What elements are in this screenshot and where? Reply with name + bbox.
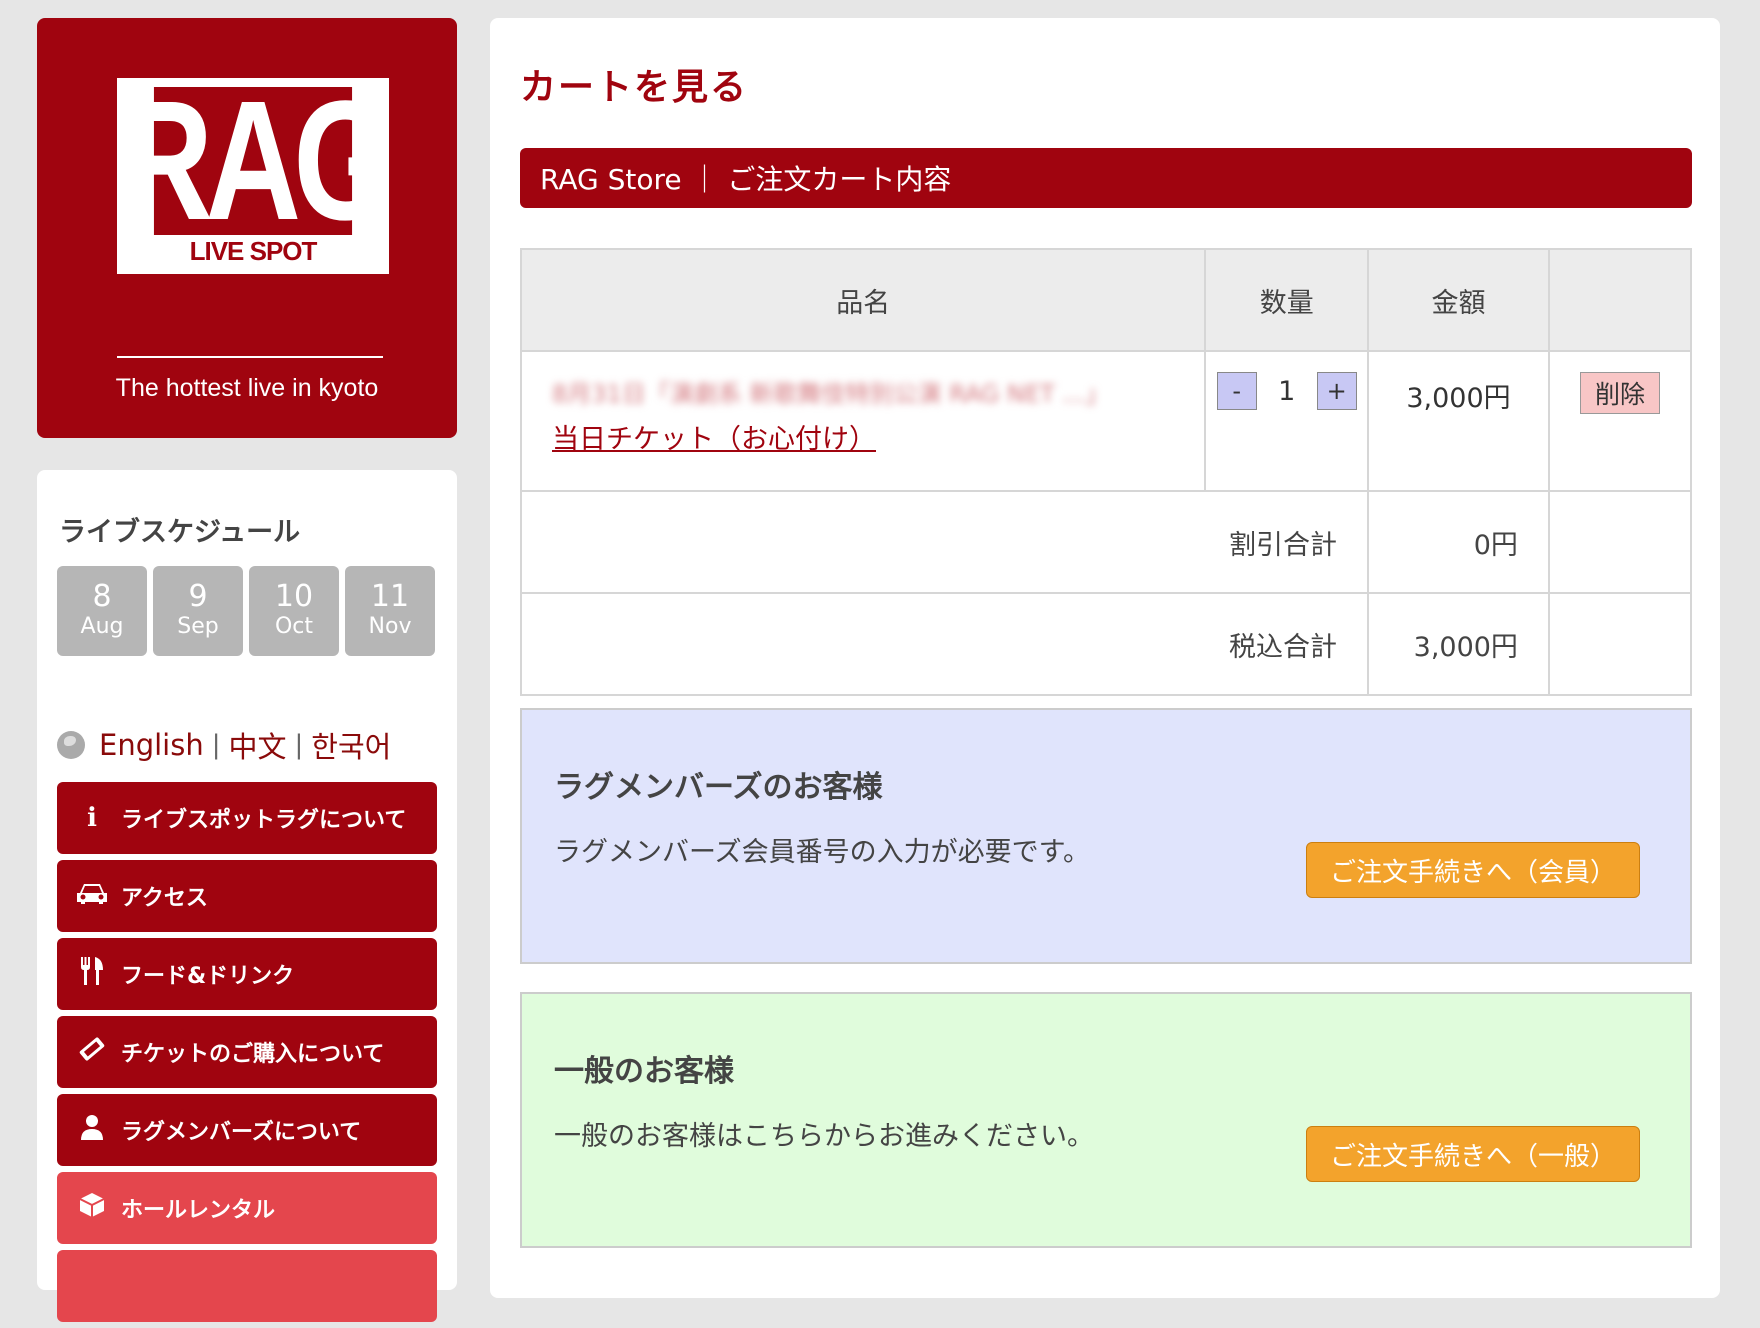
item-name-cell: 8月31日「演劇系 新歌舞伎特別公演 RAG NET ...」 当日チケット（お… — [519, 350, 1207, 492]
month-selector: 8 Aug 9 Sep 10 Oct 11 Nov — [57, 566, 435, 656]
header-price: 金額 — [1367, 248, 1550, 352]
sidebar-menu: ℹ ライブスポットラグについて アクセス フード&ドリンク チケットのご購入につ… — [57, 782, 437, 1328]
item-link[interactable]: 当日チケット（お心付け） — [552, 417, 1174, 456]
menu-item-members[interactable]: ラグメンバーズについて — [57, 1094, 437, 1166]
delete-button[interactable]: 削除 — [1579, 372, 1660, 414]
month-number: 8 — [92, 579, 112, 614]
general-box-text: 一般のお客様はこちらからお進みください。 — [554, 1121, 1094, 1152]
menu-item-food-drink[interactable]: フード&ドリンク — [57, 938, 437, 1010]
member-box-text: ラグメンバーズ会員番号の入力が必要です。 — [554, 837, 1090, 868]
box-icon — [75, 1191, 109, 1226]
total-value: 3,000円 — [1367, 592, 1550, 696]
header-item-name: 品名 — [519, 248, 1207, 352]
item-blurred-title: 8月31日「演劇系 新歌舞伎特別公演 RAG NET ...」 — [552, 380, 1110, 408]
logo-tagline: The hottest live in kyoto — [115, 374, 379, 402]
increase-quantity-button[interactable]: + — [1316, 372, 1357, 410]
member-checkout-box: ラグメンバーズのお客様 ラグメンバーズ会員番号の入力が必要です。 ご注文手続きへ… — [520, 708, 1692, 964]
menu-item-access[interactable]: アクセス — [57, 860, 437, 932]
language-selector: English | 中文 | 한국어 — [57, 724, 391, 766]
menu-item-partial[interactable] — [57, 1250, 437, 1322]
menu-item-label: フード&ドリンク — [121, 964, 295, 989]
month-name: Sep — [177, 614, 219, 639]
header-quantity: 数量 — [1204, 248, 1370, 352]
month-number: 9 — [188, 579, 208, 614]
member-box-title: ラグメンバーズのお客様 — [554, 770, 883, 805]
member-checkout-button[interactable]: ご注文手続きへ（会員） — [1306, 842, 1640, 898]
item-price: 3,000円 — [1367, 350, 1550, 492]
ticket-icon — [75, 1034, 109, 1071]
user-icon — [75, 1113, 109, 1148]
menu-item-tickets[interactable]: チケットのご購入について — [57, 1016, 437, 1088]
quantity-stepper: - 1 + — [1207, 372, 1366, 410]
quantity-cell: - 1 + — [1204, 350, 1370, 492]
logo-subtitle: LIVE SPOT — [189, 236, 318, 266]
menu-item-label: ラグメンバーズについて — [121, 1120, 362, 1145]
month-name: Aug — [80, 614, 124, 639]
menu-item-label: ライブスポットラグについて — [121, 808, 407, 833]
menu-item-label: アクセス — [121, 886, 208, 911]
menu-item-about[interactable]: ℹ ライブスポットラグについて — [57, 782, 437, 854]
logo-divider — [117, 356, 383, 358]
empty-cell — [1547, 490, 1693, 594]
menu-item-label: チケットのご購入について — [121, 1042, 385, 1067]
month-aug[interactable]: 8 Aug — [57, 566, 147, 656]
month-sep[interactable]: 9 Sep — [153, 566, 243, 656]
month-name: Nov — [368, 614, 412, 639]
lang-english[interactable]: English — [99, 728, 204, 762]
car-icon — [75, 881, 109, 912]
month-number: 11 — [370, 579, 410, 614]
delete-cell: 削除 — [1547, 350, 1693, 492]
separator: | — [294, 730, 304, 760]
month-oct[interactable]: 10 Oct — [249, 566, 339, 656]
general-checkout-box: 一般のお客様 一般のお客様はこちらからお進みください。 ご注文手続きへ（一般） — [520, 992, 1692, 1248]
table-row: 8月31日「演劇系 新歌舞伎特別公演 RAG NET ...」 当日チケット（お… — [519, 350, 1693, 492]
general-checkout-button[interactable]: ご注文手続きへ（一般） — [1306, 1126, 1640, 1182]
table-header-row: 品名 数量 金額 — [519, 248, 1693, 352]
discount-row: 割引合計 0円 — [519, 490, 1693, 594]
total-label: 税込合計 — [519, 592, 1370, 696]
schedule-title: ライブスケジュール — [59, 517, 301, 548]
quantity-value: 1 — [1278, 375, 1296, 407]
month-name: Oct — [274, 614, 314, 639]
month-number: 10 — [274, 579, 314, 614]
lang-korean[interactable]: 한국어 — [311, 724, 391, 766]
discount-value: 0円 — [1367, 490, 1550, 594]
info-icon: ℹ — [87, 803, 97, 833]
decrease-quantity-button[interactable]: - — [1216, 372, 1257, 410]
total-row: 税込合計 3,000円 — [519, 592, 1693, 696]
lang-chinese[interactable]: 中文 — [228, 724, 286, 766]
cart-table: 品名 数量 金額 8月31日「演劇系 新歌舞伎特別公演 RAG NET ...」… — [519, 248, 1693, 696]
fork-knife-icon — [75, 956, 109, 993]
store-bar-text: RAG Store ｜ ご注文カート内容 — [540, 163, 952, 196]
month-nov[interactable]: 11 Nov — [345, 566, 435, 656]
general-box-title: 一般のお客様 — [554, 1054, 734, 1089]
main-content: カートを見る RAG Store ｜ ご注文カート内容 品名 数量 金額 8月3… — [490, 18, 1720, 1298]
empty-cell — [1547, 592, 1693, 696]
logo-mark: RAG LIVE SPOT — [117, 66, 396, 274]
discount-label: 割引合計 — [519, 490, 1370, 594]
menu-item-label: ホールレンタル — [121, 1198, 276, 1223]
page-title: カートを見る — [520, 67, 749, 108]
menu-item-hall-rental[interactable]: ホールレンタル — [57, 1172, 437, 1244]
separator: | — [211, 730, 221, 760]
sidebar: ライブスケジュール 8 Aug 9 Sep 10 Oct 11 Nov Engl… — [37, 470, 457, 1322]
logo-text: RAG — [117, 66, 396, 256]
site-logo[interactable]: RAG LIVE SPOT The hottest live in kyoto — [37, 18, 457, 438]
header-actions — [1547, 248, 1693, 352]
globe-icon — [57, 731, 85, 759]
store-header-bar: RAG Store ｜ ご注文カート内容 — [520, 148, 1692, 208]
